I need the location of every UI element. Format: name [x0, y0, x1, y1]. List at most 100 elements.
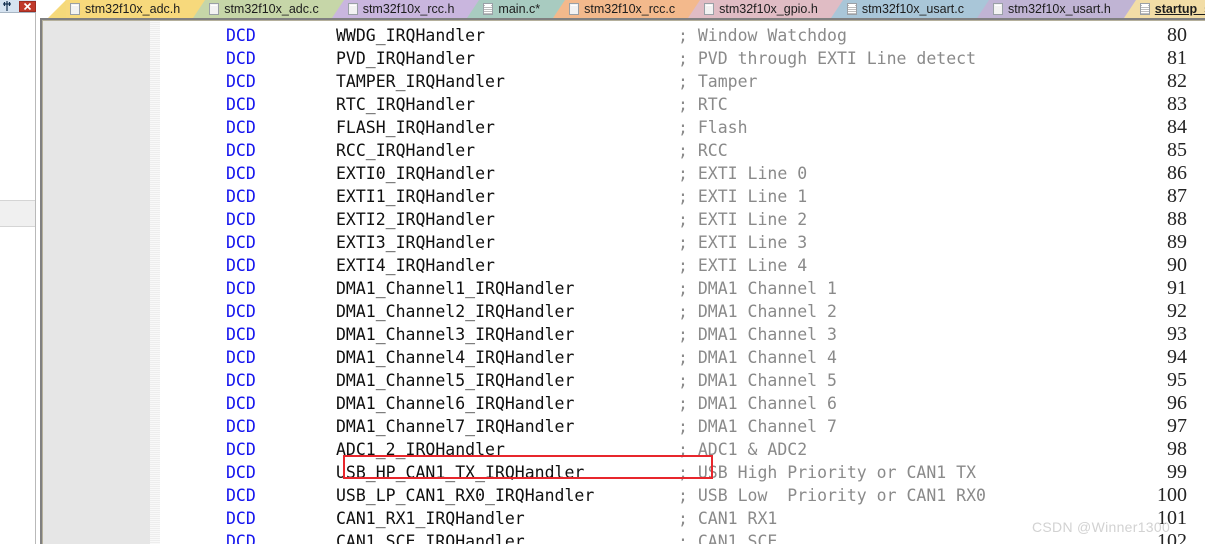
code-identifier: PVD_IRQHandler	[336, 49, 476, 68]
code-identifier: FLASH_IRQHandler	[336, 118, 495, 137]
tab-separator	[972, 0, 989, 18]
code-keyword: DCD	[226, 26, 256, 45]
code-comment: ; USB High Priority or CAN1 TX	[678, 463, 977, 482]
code-comment: ; EXTI Line 1	[678, 187, 808, 206]
code-line-row[interactable]: 80 DCD WWDG_IRQHandler ; Window Watchdog	[43, 24, 1205, 47]
editor-tab-stm32f10x-usart-h[interactable]: stm32f10x_usart.h	[988, 0, 1120, 18]
editor-tab-stm32f10x-adc-h[interactable]: stm32f10x_adc.h	[66, 0, 190, 18]
code-keyword: DCD	[226, 256, 256, 275]
editor-frame: 80 DCD WWDG_IRQHandler ; Window Watchdog 81 D…	[40, 18, 1205, 544]
line-number: 81	[1167, 47, 1187, 69]
tab-label: stm32f10x_rcc.c	[584, 2, 676, 16]
code-keyword: DCD	[226, 532, 256, 544]
code-line-row[interactable]: 91 DCD DMA1_Channel1_IRQHandler ; DMA1 Chan…	[43, 277, 1205, 300]
editor-tab-stm32f10x-usart-c[interactable]: stm32f10x_usart.c	[842, 0, 973, 18]
code-line-row[interactable]: 92 DCD DMA1_Channel2_IRQHandler ; DMA1 Chan…	[43, 300, 1205, 323]
code-keyword: DCD	[226, 463, 256, 482]
line-number: 91	[1167, 277, 1187, 299]
document-icon	[569, 3, 580, 15]
document-icon	[347, 3, 358, 15]
line-number: 100	[1157, 484, 1187, 506]
code-identifier: USB_HP_CAN1_TX_IRQHandler	[336, 463, 585, 482]
code-comment: ; EXTI Line 2	[678, 210, 808, 229]
code-line-row[interactable]: 101 DCD CAN1_RX1_IRQHandler; CAN1 RX1	[43, 507, 1205, 530]
code-line-row[interactable]: 89 DCD EXTI3_IRQHandler ; EXTI Line 3	[43, 231, 1205, 254]
code-line-row[interactable]: 90 DCD EXTI4_IRQHandler ; EXTI Line 4	[43, 254, 1205, 277]
code-line-row[interactable]: 96 DCD DMA1_Channel6_IRQHandler ; DMA1 Chan…	[43, 392, 1205, 415]
code-keyword: DCD	[226, 72, 256, 91]
code-keyword: DCD	[226, 371, 256, 390]
tab-label: main.c*	[498, 2, 541, 16]
code-line-row[interactable]: 85 DCD RCC_IRQHandler ; RCC	[43, 139, 1205, 162]
code-line-row[interactable]: 86 DCD EXTI0_IRQHandler ; EXTI Line 0	[43, 162, 1205, 185]
editor-tab-startup-stm32f10x-hd-s[interactable]: startup_stm32f10x_hd.s	[1135, 0, 1205, 18]
editor-tab-stm32f10x-adc-c[interactable]: stm32f10x_adc.c	[205, 0, 328, 18]
tab-label: stm32f10x_gpio.h	[719, 2, 818, 16]
code-keyword: DCD	[226, 348, 256, 367]
code-line-row[interactable]: 97 DCD DMA1_Channel7_IRQHandler ; DMA1 Chan…	[43, 415, 1205, 438]
editor-surface[interactable]: 80 DCD WWDG_IRQHandler ; Window Watchdog 81 D…	[42, 20, 1205, 544]
code-comment: ; EXTI Line 3	[678, 233, 808, 252]
code-comment: ; DMA1 Channel 1	[678, 279, 837, 298]
code-keyword: DCD	[226, 118, 256, 137]
tab-label: stm32f10x_adc.c	[224, 2, 319, 16]
code-comment: ; DMA1 Channel 7	[678, 417, 837, 436]
line-number: 88	[1167, 208, 1187, 230]
document-icon-dotted	[846, 3, 857, 15]
code-identifier: RTC_IRQHandler	[336, 95, 476, 114]
line-number: 96	[1167, 392, 1187, 414]
code-keyword: DCD	[226, 509, 256, 528]
code-identifier: DMA1_Channel2_IRQHandler	[336, 302, 575, 321]
line-number: 85	[1167, 139, 1187, 161]
code-identifier: EXTI0_IRQHandler	[336, 164, 495, 183]
code-line-row[interactable]: 87 DCD EXTI1_IRQHandler ; EXTI Line 1	[43, 185, 1205, 208]
code-line-row[interactable]: 83 DCD RTC_IRQHandler ; RTC	[43, 93, 1205, 116]
code-line-row[interactable]: 99 DCD USB_HP_CAN1_TX_IRQHandler ; USB High…	[43, 461, 1205, 484]
code-comment: ; USB Low Priority or CAN1 RX0	[678, 486, 986, 505]
code-comment: ; Window Watchdog	[678, 26, 847, 45]
code-keyword: DCD	[226, 164, 256, 183]
code-identifier: EXTI2_IRQHandler	[336, 210, 495, 229]
line-number: 89	[1167, 231, 1187, 253]
code-line-row[interactable]: 100 DCD USB_LP_CAN1_RX0_IRQHandler ; USB Lo…	[43, 484, 1205, 507]
editor-tab-stm32f10x-gpio-h[interactable]: stm32f10x_gpio.h	[700, 0, 827, 18]
document-icon	[70, 3, 80, 15]
code-comment: ; EXTI Line 4	[678, 256, 808, 275]
code-line-row[interactable]: 93 DCD DMA1_Channel3_IRQHandler ; DMA1 Chan…	[43, 323, 1205, 346]
code-line-row[interactable]: 82 DCD TAMPER_IRQHandler ; Tamper	[43, 70, 1205, 93]
code-identifier: EXTI3_IRQHandler	[336, 233, 495, 252]
code-comment: ; EXTI Line 0	[678, 164, 808, 183]
pin-icon[interactable]	[1, 0, 13, 12]
editor-tab-main-c-[interactable]: main.c*	[479, 0, 550, 18]
left-side-panel	[0, 13, 36, 544]
code-line-row[interactable]: 88 DCD EXTI2_IRQHandler ; EXTI Line 2	[43, 208, 1205, 231]
code-keyword: DCD	[226, 210, 256, 229]
code-keyword: DCD	[226, 302, 256, 321]
code-line-row[interactable]: 81 DCD PVD_IRQHandler ; PVD through EXTI Li…	[43, 47, 1205, 70]
code-keyword: DCD	[226, 49, 256, 68]
code-identifier: RCC_IRQHandler	[336, 141, 476, 160]
code-identifier: USB_LP_CAN1_RX0_IRQHandler	[336, 486, 595, 505]
line-number: 99	[1167, 461, 1187, 483]
code-keyword: DCD	[226, 95, 256, 114]
document-icon-dotted	[483, 3, 494, 15]
line-number: 97	[1167, 415, 1187, 437]
code-line-row[interactable]: 84 DCD FLASH_IRQHandler ; Flash	[43, 116, 1205, 139]
editor-tab-stm32f10x-rcc-c[interactable]: stm32f10x_rcc.c	[565, 0, 685, 18]
code-identifier: CAN1_SCE_IRQHandler	[336, 532, 525, 544]
tab-separator	[189, 0, 206, 18]
editor-tab-stm32f10x-rcc-h[interactable]: stm32f10x_rcc.h	[343, 0, 464, 18]
code-line-row[interactable]: 95 DCD DMA1_Channel5_IRQHandler ; DMA1 Chan…	[43, 369, 1205, 392]
line-number: 84	[1167, 116, 1187, 138]
code-line-row[interactable]: 94 DCD DMA1_Channel4_IRQHandler ; DMA1 Chan…	[43, 346, 1205, 369]
code-comment: ; RCC	[678, 141, 728, 160]
code-line-row[interactable]: 98 DCD ADC1_2_IRQHandler ; ADC1 & ADC2	[43, 438, 1205, 461]
code-identifier: DMA1_Channel5_IRQHandler	[336, 371, 575, 390]
code-line-row[interactable]: 102 DCD CAN1_SCE_IRQHandler; CAN1 SCE	[43, 530, 1205, 544]
tab-separator	[826, 0, 843, 18]
code-comment: ; DMA1 Channel 3	[678, 325, 837, 344]
code-identifier: EXTI1_IRQHandler	[336, 187, 495, 206]
close-icon[interactable]	[19, 0, 36, 12]
watermark: CSDN @Winner1300	[1032, 519, 1171, 535]
line-number: 87	[1167, 185, 1187, 207]
